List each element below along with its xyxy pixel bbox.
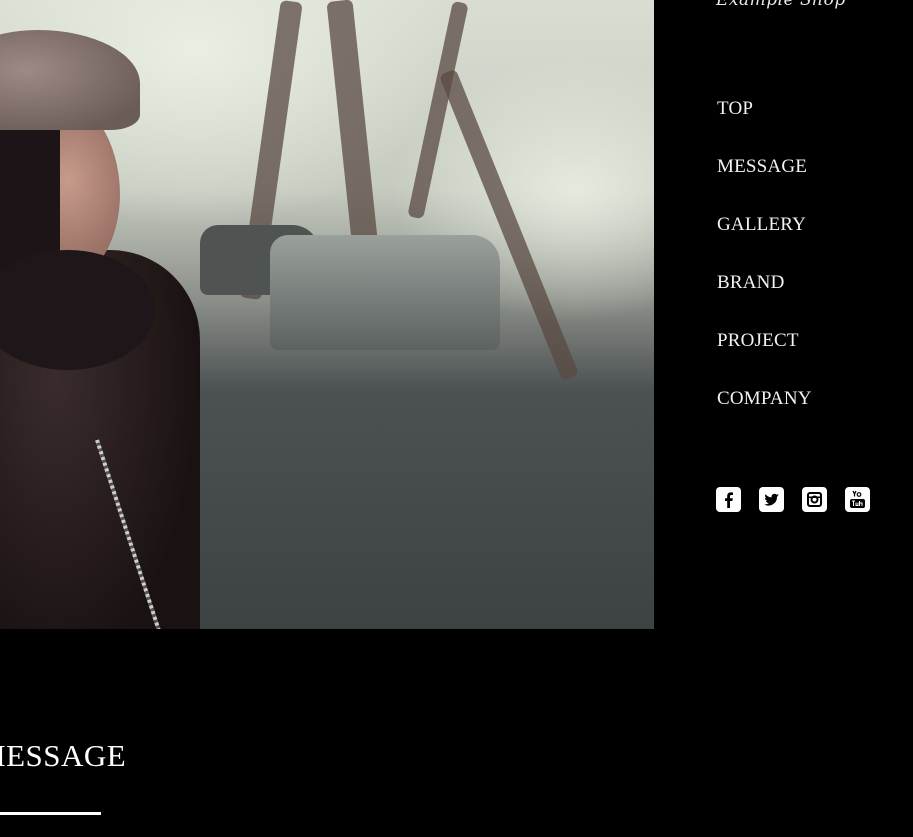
nav-item-brand[interactable]: BRAND	[717, 254, 812, 312]
facebook-icon[interactable]	[716, 487, 741, 512]
youtube-icon[interactable]	[845, 487, 870, 512]
nav-item-company[interactable]: COMPANY	[717, 370, 812, 428]
twitter-icon[interactable]	[759, 487, 784, 512]
social-links	[716, 487, 870, 512]
section-title: MESSAGE	[0, 738, 127, 773]
main-nav: TOP MESSAGE GALLERY BRAND PROJECT COMPAN…	[717, 80, 812, 428]
nav-item-project[interactable]: PROJECT	[717, 312, 812, 370]
instagram-icon[interactable]	[802, 487, 827, 512]
nav-item-message[interactable]: MESSAGE	[717, 138, 812, 196]
nav-item-top[interactable]: TOP	[717, 80, 812, 138]
hero-image	[0, 0, 654, 629]
section-underline	[0, 812, 101, 815]
brand-logo[interactable]: Example Shop	[716, 0, 846, 10]
nav-item-gallery[interactable]: GALLERY	[717, 196, 812, 254]
